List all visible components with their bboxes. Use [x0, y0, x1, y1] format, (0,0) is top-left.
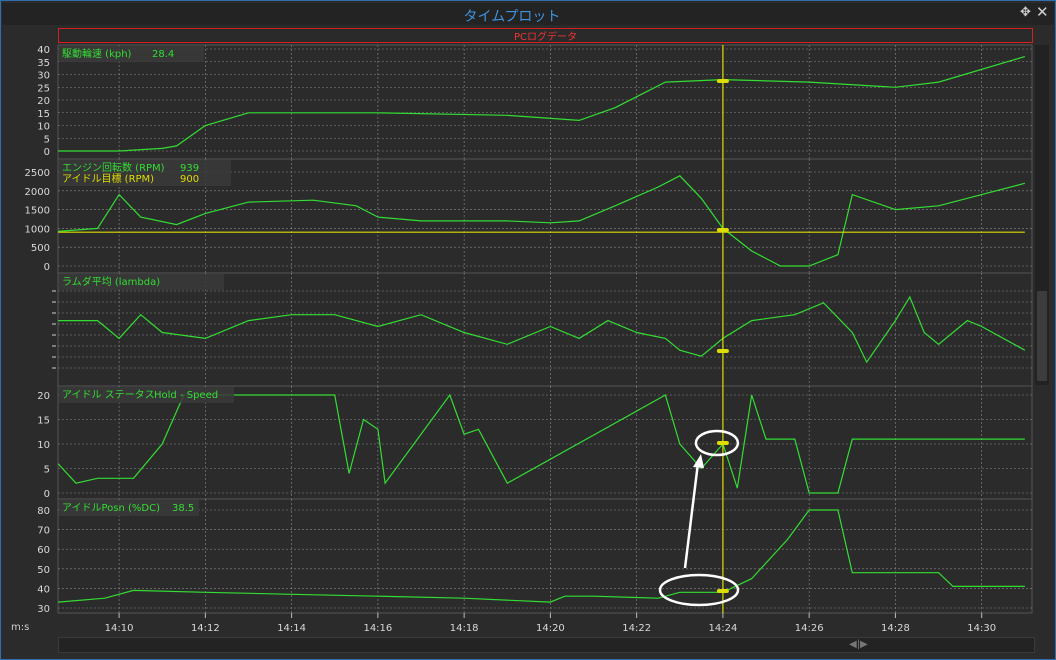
x-tick-label: 14:30 [967, 623, 996, 634]
cursor-marker [716, 589, 729, 593]
y-tick-label: 1500 [25, 206, 50, 217]
panel-4: 20 15 10 5 0 アイドル ステータス Hold - Speed [37, 385, 1033, 500]
y-tick-label: 70 [37, 526, 50, 537]
x-tick-label: 14:16 [363, 623, 392, 634]
y-tick-label: 500 [31, 243, 50, 254]
panel-2: 2500 2000 1500 1000 500 0 エンジン回転数 (RPM) 939 アイドル… [25, 158, 1033, 274]
cursor-marker [716, 349, 729, 353]
cursor-marker [716, 441, 729, 445]
cursor-marker [716, 79, 729, 83]
plot-area [57, 498, 1033, 614]
legend-label: ラムダ平均 (lambda) [62, 275, 160, 288]
y-tick-label: 10 [37, 440, 50, 451]
y-tick-label: 15 [37, 109, 50, 120]
time-plot-chart[interactable]: 4035302520151050駆動輪速 (kph) 28.42500200015… [1, 1, 1056, 637]
y-tick-label: 50 [37, 565, 50, 576]
legend-label: アイドル ステータス [62, 389, 155, 401]
y-tick-label: 40 [37, 45, 50, 56]
y-tick-label: 40 [37, 584, 50, 595]
y-tick-label: 30 [37, 71, 50, 82]
x-tick-label: 14:24 [708, 623, 737, 634]
y-tick-label: 30 [37, 604, 50, 615]
x-tick-label: 14:20 [536, 623, 565, 634]
y-tick-label: 20 [37, 96, 50, 107]
legend-label: アイドル目標 (RPM) [62, 172, 154, 185]
y-tick-label: 25 [37, 83, 50, 94]
y-tick-label: 15 [37, 416, 50, 427]
y-tick-label: 1000 [25, 224, 50, 235]
x-tick-label: 14:14 [277, 623, 306, 634]
y-tick-label: 10 [37, 122, 50, 133]
legend-label: 駆動輪速 (kph) [62, 47, 132, 60]
y-tick-label: 0 [44, 147, 50, 158]
plot-area [57, 44, 1033, 160]
horizontal-scrollbar[interactable]: ◀|▶ [58, 637, 1035, 653]
y-tick-label: 20 [37, 391, 50, 402]
time-plot-window: タイムプロット ✥ ✕ PCログデータ 40 35 30 25 20 15 10 5 0 駆動輪速… [0, 0, 1056, 660]
panel-3: ラムダ平均 (lambda) [52, 272, 1033, 387]
vertical-scroll-thumb[interactable] [1037, 291, 1047, 381]
x-tick-label: 14:28 [881, 623, 910, 634]
legend-value: Hold - Speed [154, 390, 218, 401]
cursor-marker [716, 228, 729, 232]
legend-label: アイドルPosn (%DC) [62, 503, 160, 514]
panel-1: 40 35 3025 20 15 105 0 駆動輪速 (kph) 28.4 [37, 44, 1033, 160]
y-tick-label: 2000 [25, 187, 50, 198]
x-tick-label: 14:12 [191, 623, 220, 634]
x-tick-label: 14:10 [105, 623, 134, 634]
panel-5: 80 70 60 50 40 30 アイドルPosn (%DC) 38.5 [37, 498, 1033, 615]
legend-value: 939 [180, 163, 199, 174]
scroll-grip-icon[interactable]: ◀|▶ [849, 639, 868, 650]
x-tick-label: 14:18 [450, 623, 479, 634]
time-unit-label: m:s [11, 622, 30, 633]
legend-value: 28.4 [152, 49, 174, 60]
y-tick-label: 35 [37, 58, 50, 69]
y-tick-label: 0 [44, 489, 50, 500]
y-tick-label: 80 [37, 506, 50, 517]
legend-value: 38.5 [172, 503, 194, 514]
x-tick-label: 14:26 [795, 623, 824, 634]
y-tick-label: 60 [37, 545, 50, 556]
legend-value: 900 [180, 174, 199, 185]
x-tick-label: 14:22 [622, 623, 651, 634]
y-tick-label: 5 [44, 134, 50, 145]
legend-label: エンジン回転数 (RPM) [62, 161, 165, 174]
y-tick-label: 0 [44, 262, 50, 273]
y-tick-label: 2500 [25, 168, 50, 179]
y-tick-label: 5 [44, 465, 50, 476]
